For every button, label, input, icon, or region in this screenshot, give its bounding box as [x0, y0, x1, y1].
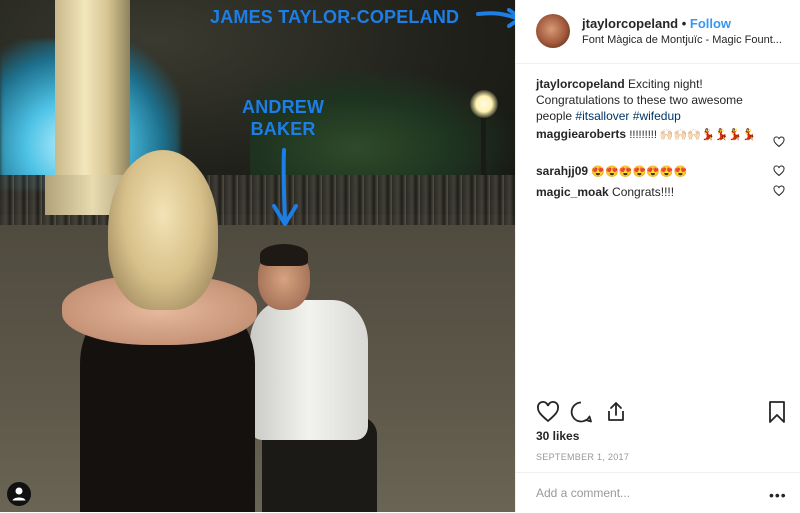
- comment: maggiearoberts !!!!!!!!! 🙌🏻🙌🏻🙌🏻💃💃💃💃: [536, 126, 771, 143]
- tagged-users-icon[interactable]: [7, 482, 31, 506]
- comment-author[interactable]: magic_moak: [536, 185, 609, 199]
- comment-author[interactable]: sarahjj09: [536, 164, 588, 178]
- author-username[interactable]: jtaylorcopeland: [582, 16, 678, 31]
- comment: magic_moak Congrats!!!!: [536, 184, 771, 200]
- comment-like-heart-icon[interactable]: [773, 165, 785, 177]
- avatar[interactable]: [536, 14, 570, 48]
- comment-author[interactable]: maggiearoberts: [536, 127, 626, 141]
- post-date[interactable]: SEPTEMBER 1, 2017: [536, 452, 629, 462]
- post-caption: jtaylorcopeland Exciting night! Congratu…: [536, 76, 776, 124]
- post-photo[interactable]: JAMES TAYLOR-COPELAND ANDREW BAKER: [0, 0, 515, 512]
- separator-dot: •: [681, 16, 687, 31]
- add-comment-bar: Add a comment... •••: [516, 472, 800, 513]
- hashtag[interactable]: #itsallover: [575, 109, 629, 123]
- post-panel: jtaylorcopeland • Follow Font Màgica de …: [515, 0, 800, 512]
- comment-like-heart-icon[interactable]: [773, 185, 785, 197]
- arrow-down-icon: [281, 148, 287, 222]
- heart-icon[interactable]: [536, 400, 560, 424]
- add-comment-input[interactable]: Add a comment...: [536, 486, 630, 500]
- post-author: jtaylorcopeland • Follow: [582, 16, 731, 31]
- comment-text: Congrats!!!!: [612, 185, 675, 199]
- comment: sarahjj09 😍😍😍😍😍😍😍: [536, 163, 771, 180]
- hashtag[interactable]: #wifedup: [633, 109, 681, 123]
- comment-text: 😍😍😍😍😍😍😍: [591, 166, 688, 178]
- more-options-icon[interactable]: •••: [769, 487, 787, 503]
- post-actions: [536, 398, 791, 426]
- comment-like-heart-icon[interactable]: [773, 136, 785, 148]
- caption-author[interactable]: jtaylorcopeland: [536, 77, 625, 91]
- comment-text: !!!!!!!!! 🙌🏻🙌🏻🙌🏻💃💃💃💃: [629, 129, 756, 141]
- bookmark-icon[interactable]: [766, 400, 788, 424]
- follow-button[interactable]: Follow: [690, 16, 731, 31]
- likes-count[interactable]: 30 likes: [536, 429, 579, 443]
- annotation-arrows: [272, 11, 515, 226]
- post-header: jtaylorcopeland • Follow Font Màgica de …: [516, 0, 800, 64]
- share-icon[interactable]: [604, 400, 628, 424]
- location-link[interactable]: Font Màgica de Montjuïc - Magic Fount...: [582, 34, 792, 46]
- comment-icon[interactable]: [569, 400, 593, 424]
